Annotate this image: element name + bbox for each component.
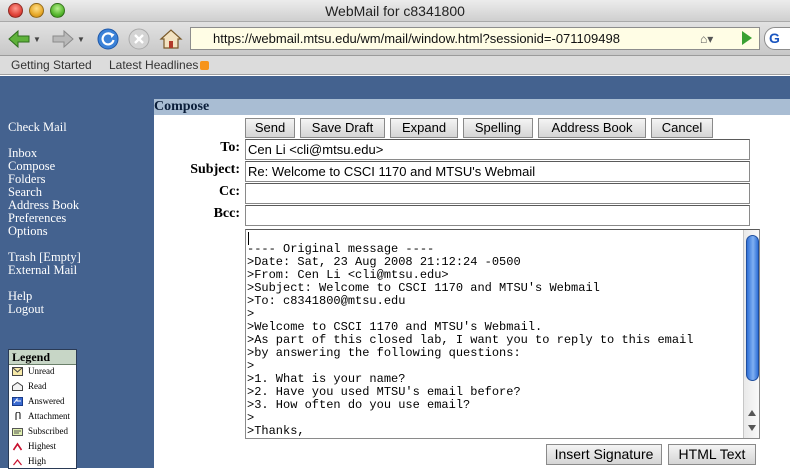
legend-panel: Legend Unread Read Answered Attachment S… [8, 349, 77, 469]
address-bar[interactable]: https://webmail.mtsu.edu/wm/mail/window.… [190, 27, 760, 50]
window-title: WebMail for c8341800 [325, 3, 465, 19]
back-button[interactable] [6, 27, 32, 51]
sidebar-check-mail[interactable]: Check Mail [8, 120, 67, 135]
search-input[interactable]: G [764, 27, 790, 50]
cc-field[interactable] [245, 183, 750, 204]
forward-history-chevron-icon[interactable]: ▼ [77, 35, 85, 44]
legend-title: Legend [9, 350, 76, 365]
subscribed-icon [12, 428, 23, 437]
legend-subscribed-label: Subscribed [28, 426, 68, 436]
bcc-label: Bcc: [213, 206, 240, 221]
to-label: To: [220, 140, 240, 155]
bcc-field[interactable] [245, 205, 750, 226]
html-text-button[interactable]: HTML Text [668, 444, 756, 465]
body-scrollbar[interactable] [743, 230, 759, 438]
reload-icon [97, 28, 119, 50]
subject-label: Subject: [190, 162, 240, 177]
home-icon [159, 29, 183, 49]
legend-answered: Answered [12, 396, 65, 407]
stop-button[interactable] [126, 27, 152, 51]
sidebar-options[interactable]: Options [8, 224, 48, 239]
compose-header: Compose [154, 99, 790, 115]
cancel-button[interactable]: Cancel [651, 118, 713, 138]
legend-answered-label: Answered [28, 396, 65, 406]
page-top-band [0, 76, 790, 99]
legend-read: Read [12, 381, 47, 392]
forward-button[interactable] [50, 27, 76, 51]
bookmarks-bar: Getting Started Latest Headlines [0, 56, 790, 75]
sidebar-logout[interactable]: Logout [8, 302, 44, 317]
message-body-textarea[interactable]: ---- Original message ---- >Date: Sat, 2… [245, 229, 760, 439]
reload-button[interactable] [95, 27, 121, 51]
scroll-up-arrow-icon[interactable] [748, 410, 756, 416]
window-titlebar: WebMail for c8341800 [0, 0, 790, 22]
bookmark-getting-started[interactable]: Getting Started [11, 58, 92, 72]
legend-read-label: Read [28, 381, 47, 391]
envelope-open-icon [12, 382, 23, 392]
sidebar-external-mail[interactable]: External Mail [8, 263, 77, 278]
back-history-chevron-icon[interactable]: ▼ [33, 35, 41, 44]
envelope-closed-icon [12, 367, 23, 377]
cc-label: Cc: [219, 184, 240, 199]
legend-subscribed: Subscribed [12, 426, 68, 437]
legend-high-label: High [28, 456, 46, 466]
answered-icon [12, 397, 23, 407]
bookmark-latest-headlines[interactable]: Latest Headlines [109, 58, 210, 72]
legend-unread: Unread [12, 366, 55, 377]
stop-icon [128, 28, 150, 50]
rss-feed-icon [200, 61, 210, 71]
message-body-text: ---- Original message ---- >Date: Sat, 2… [247, 242, 694, 438]
address-book-button[interactable]: Address Book [538, 118, 646, 138]
expand-button[interactable]: Expand [390, 118, 458, 138]
go-arrow-icon[interactable] [742, 31, 752, 45]
back-arrow-icon [8, 29, 30, 49]
send-button[interactable]: Send [245, 118, 295, 138]
home-button[interactable] [158, 27, 184, 51]
legend-attachment: Attachment [12, 411, 70, 421]
paperclip-icon [15, 412, 21, 421]
site-security-icon[interactable]: ⌂▾ [700, 32, 713, 46]
browser-navbar: ▼ ▼ W https://webmail.mtsu.edu/wm/mail/w… [0, 22, 790, 56]
save-draft-button[interactable]: Save Draft [300, 118, 385, 138]
scroll-down-arrow-icon[interactable] [748, 425, 756, 431]
legend-high: High [12, 456, 46, 466]
scrollbar-thumb[interactable] [746, 235, 759, 381]
legend-attachment-label: Attachment [28, 411, 70, 421]
legend-highest-label: Highest [28, 441, 56, 451]
legend-unread-label: Unread [28, 366, 55, 376]
spelling-button[interactable]: Spelling [463, 118, 533, 138]
to-field[interactable]: Cen Li <cli@mtsu.edu> [245, 139, 750, 160]
legend-highest: Highest [12, 441, 56, 451]
forward-arrow-icon [52, 29, 74, 49]
insert-signature-button[interactable]: Insert Signature [546, 444, 662, 465]
priority-high-icon [13, 459, 22, 466]
priority-highest-icon [12, 442, 23, 451]
bookmark-latest-headlines-label: Latest Headlines [109, 58, 199, 72]
subject-field[interactable]: Re: Welcome to CSCI 1170 and MTSU's Webm… [245, 161, 750, 182]
